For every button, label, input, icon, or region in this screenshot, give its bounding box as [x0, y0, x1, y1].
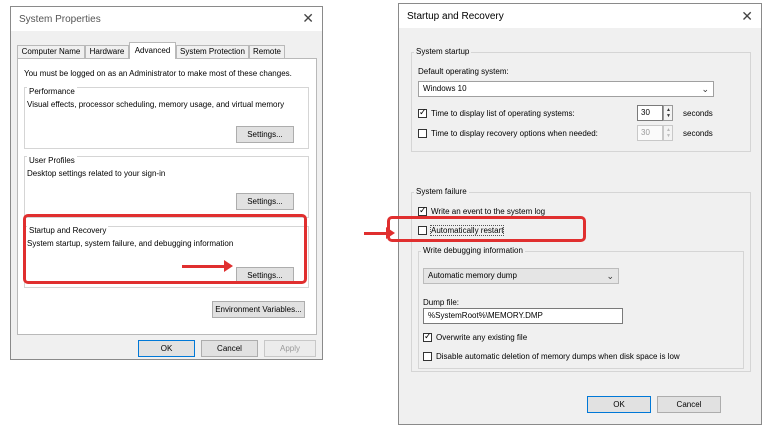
- system-startup-label: System startup: [414, 47, 472, 56]
- title-bar: System Properties ✕: [11, 7, 322, 31]
- dialog-close-icon[interactable]: ✕: [741, 8, 753, 24]
- dialog-title-bar: Startup and Recovery ✕: [399, 4, 761, 28]
- tab-remote[interactable]: Remote: [249, 45, 285, 58]
- arrow-to-settings-head: [224, 260, 233, 272]
- dump-type-chevron-icon: ⌄: [606, 271, 614, 281]
- time-display-recovery-checkbox[interactable]: [418, 129, 427, 138]
- arrow-to-auto-restart-line: [364, 232, 388, 235]
- cancel-button[interactable]: Cancel: [201, 340, 258, 357]
- performance-desc: Visual effects, processor scheduling, me…: [27, 100, 285, 109]
- arrow-to-auto-restart-head: [386, 227, 395, 239]
- time-display-os-label: Time to display list of operating system…: [431, 109, 575, 118]
- system-startup-group: System startup Default operating system:…: [411, 47, 751, 152]
- system-failure-label: System failure: [414, 187, 469, 196]
- dialog-ok-button[interactable]: OK: [587, 396, 651, 413]
- dump-file-input[interactable]: %SystemRoot%\MEMORY.DMP: [423, 308, 623, 324]
- startup-recovery-window: Startup and Recovery ✕ System startup De…: [398, 3, 762, 425]
- user-profiles-desc: Desktop settings related to your sign-in: [27, 169, 166, 178]
- time-display-recovery-unit: seconds: [683, 129, 713, 138]
- arrow-to-settings-line: [182, 265, 224, 268]
- disable-auto-delete-checkbox[interactable]: [423, 352, 432, 361]
- user-profiles-group: User Profiles Desktop settings related t…: [24, 156, 309, 218]
- write-event-label: Write an event to the system log: [431, 207, 546, 216]
- advanced-tab-panel: You must be logged on as an Administrato…: [17, 58, 317, 335]
- window-title: System Properties: [19, 14, 101, 25]
- highlight-startup-recovery: [23, 214, 307, 284]
- admin-notice: You must be logged on as an Administrato…: [24, 69, 292, 78]
- disable-auto-delete-label: Disable automatic deletion of memory dum…: [436, 352, 680, 361]
- performance-settings-button[interactable]: Settings...: [236, 126, 294, 143]
- tab-system-protection[interactable]: System Protection: [176, 45, 249, 58]
- dialog-cancel-button[interactable]: Cancel: [657, 396, 721, 413]
- ok-button[interactable]: OK: [138, 340, 195, 357]
- time-display-os-input[interactable]: 30: [637, 105, 663, 121]
- overwrite-checkbox[interactable]: [423, 331, 432, 342]
- dialog-title: Startup and Recovery: [407, 11, 504, 22]
- overwrite-label: Overwrite any existing file: [436, 333, 528, 342]
- performance-group: Performance Visual effects, processor sc…: [24, 87, 309, 149]
- dump-type-select[interactable]: Automatic memory dump ⌄: [423, 268, 619, 284]
- default-os-value: Windows 10: [423, 84, 467, 93]
- write-event-checkbox[interactable]: [418, 205, 427, 216]
- system-properties-window: System Properties ✕ Computer Name Hardwa…: [10, 6, 323, 360]
- tab-computer-name[interactable]: Computer Name: [17, 45, 85, 58]
- tab-hardware[interactable]: Hardware: [85, 45, 129, 58]
- user-profiles-label: User Profiles: [27, 156, 77, 165]
- tab-advanced[interactable]: Advanced: [129, 42, 176, 59]
- time-display-recovery-stepper[interactable]: ▲ ▼: [663, 125, 673, 141]
- highlight-auto-restart: [387, 216, 586, 242]
- time-display-os-stepper[interactable]: ▲ ▼: [663, 105, 673, 121]
- debug-info-label: Write debugging information: [421, 246, 525, 255]
- default-os-label: Default operating system:: [418, 67, 509, 76]
- apply-button[interactable]: Apply: [264, 340, 316, 357]
- chevron-down-icon: ⌄: [701, 84, 709, 94]
- time-display-os-checkbox[interactable]: [418, 107, 427, 118]
- close-icon[interactable]: ✕: [302, 10, 314, 26]
- default-os-select[interactable]: Windows 10 ⌄: [418, 81, 714, 97]
- dump-type-value: Automatic memory dump: [428, 271, 517, 280]
- performance-label: Performance: [27, 87, 77, 96]
- environment-variables-button[interactable]: Environment Variables...: [212, 301, 305, 318]
- time-display-recovery-input[interactable]: 30: [637, 125, 663, 141]
- debug-info-group: Write debugging information Automatic me…: [418, 246, 744, 369]
- user-profiles-settings-button[interactable]: Settings...: [236, 193, 294, 210]
- time-display-os-unit: seconds: [683, 109, 713, 118]
- dump-file-label: Dump file:: [423, 298, 460, 307]
- time-display-recovery-label: Time to display recovery options when ne…: [431, 129, 598, 138]
